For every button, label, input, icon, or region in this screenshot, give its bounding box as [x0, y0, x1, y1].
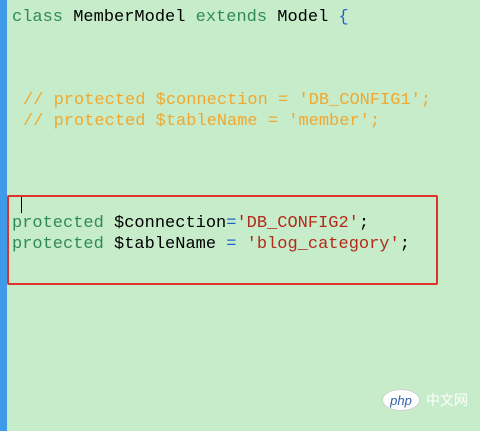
highlight-annotation-box [7, 195, 438, 285]
php-logo-icon: php [382, 389, 420, 411]
comment-line-tablename: // protected $tableName = 'member'; [23, 112, 381, 131]
watermark-text: 中文网 [426, 393, 468, 409]
comment-line-connection: // protected $connection = 'DB_CONFIG1'; [23, 91, 432, 110]
watermark: php 中文网 [382, 389, 468, 411]
parent-class-name: Model [277, 8, 329, 27]
class-name: MemberModel [73, 8, 186, 27]
keyword-extends: extends [195, 8, 268, 27]
code-line-class-declaration: class MemberModel extends Model { [12, 7, 349, 28]
open-brace: { [338, 8, 349, 27]
keyword-class: class [12, 8, 64, 27]
editor-gutter [0, 0, 7, 431]
